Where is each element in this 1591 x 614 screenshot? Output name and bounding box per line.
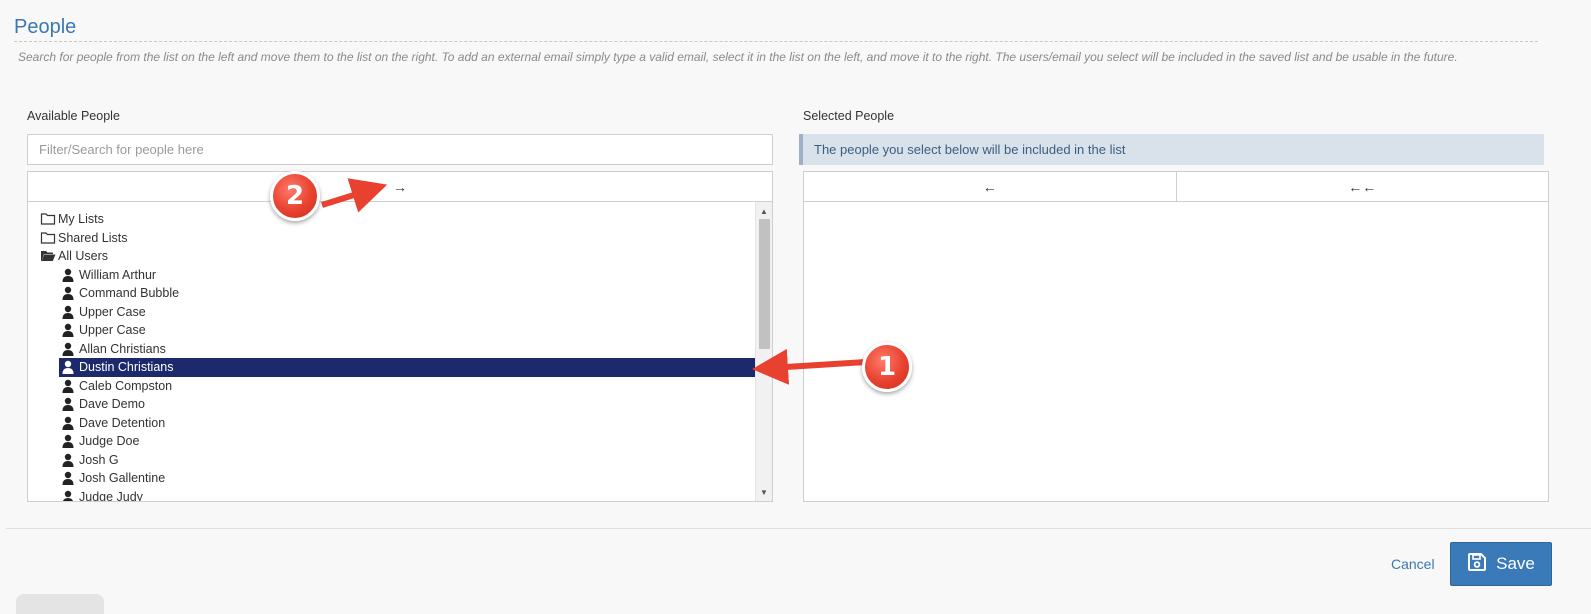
footer-divider xyxy=(6,528,1591,529)
tree-folder-label: Shared Lists xyxy=(58,230,128,245)
selected-info-bar: The people you select below will be incl… xyxy=(799,134,1544,165)
title-divider xyxy=(14,41,1538,42)
user-icon xyxy=(61,416,77,430)
tree-user[interactable]: Upper Case xyxy=(59,321,755,340)
tree-user[interactable]: Upper Case xyxy=(59,303,755,322)
tree-user-label: Upper Case xyxy=(79,304,146,319)
user-icon xyxy=(61,471,77,486)
user-icon xyxy=(61,323,77,338)
scroll-thumb[interactable] xyxy=(759,219,770,349)
user-icon xyxy=(61,286,77,301)
save-button-label: Save xyxy=(1496,554,1535,573)
tree-user-selected[interactable]: Dustin Christians xyxy=(59,358,755,377)
tree-user[interactable]: William Arthur xyxy=(59,266,755,285)
available-people-list[interactable]: My Lists Shared Lists All Users William Ar… xyxy=(27,202,773,502)
move-all-left-button[interactable]: ←← xyxy=(1175,172,1549,201)
scroll-down-arrow[interactable]: ▼ xyxy=(756,485,772,499)
tree-user-label: Allan Christians xyxy=(79,341,166,356)
tree-folder[interactable]: My Lists xyxy=(28,210,755,229)
tree-user[interactable]: Josh G xyxy=(59,451,755,470)
tree-user-label: William Arthur xyxy=(79,267,157,282)
tree-user-label: Josh Gallentine xyxy=(79,471,166,486)
cancel-button[interactable]: Cancel xyxy=(1391,556,1435,572)
tree-folder[interactable]: Shared Lists xyxy=(28,229,755,248)
tree-user-label: Josh G xyxy=(79,452,119,467)
selected-people-list[interactable] xyxy=(803,202,1549,502)
save-button[interactable]: Save xyxy=(1450,542,1552,586)
folder-icon xyxy=(40,212,56,226)
tree-folder-label: All Users xyxy=(58,249,109,264)
tree-user-label: Judge Doe xyxy=(79,434,140,449)
selected-button-bar: ← ←← xyxy=(803,171,1549,202)
tree-user-label: Dustin Christians xyxy=(79,360,174,375)
tree-folder[interactable]: All Users xyxy=(28,247,755,266)
tree-user-label: Command Bubble xyxy=(79,286,180,301)
tree-user[interactable]: Judge Doe xyxy=(59,432,755,451)
tree-user-label: Caleb Compston xyxy=(79,378,173,393)
available-people-label: Available People xyxy=(27,109,120,123)
tree-user-label: Dave Detention xyxy=(79,415,166,430)
tree-user[interactable]: Josh Gallentine xyxy=(59,469,755,488)
bottom-tab xyxy=(16,594,104,614)
tree-user[interactable]: Judge Judy xyxy=(59,488,755,502)
tree-user[interactable]: Caleb Compston xyxy=(59,377,755,396)
tree-user-label: Judge Judy xyxy=(79,489,143,502)
page-title: People xyxy=(14,16,77,38)
user-icon xyxy=(61,305,77,319)
scroll-up-arrow[interactable]: ▲ xyxy=(756,204,772,218)
selected-people-label: Selected People xyxy=(803,109,895,123)
move-left-button[interactable]: ← xyxy=(804,172,1176,201)
move-right-button[interactable]: → xyxy=(28,172,772,201)
user-icon xyxy=(61,397,77,412)
user-icon xyxy=(61,453,77,467)
tree-user[interactable]: Command Bubble xyxy=(59,284,755,303)
user-icon xyxy=(61,379,77,393)
people-tree: My Lists Shared Lists All Users William Ar… xyxy=(28,210,755,502)
folder-open-icon xyxy=(40,249,56,263)
tree-user-label: Upper Case xyxy=(79,323,146,338)
folder-icon xyxy=(40,231,56,245)
annotation-badge-1: 1 xyxy=(862,342,912,392)
available-button-bar: → xyxy=(27,171,773,202)
floppy-disk-icon xyxy=(1467,552,1487,577)
annotation-badge-2: 2 xyxy=(270,171,320,221)
tree-user[interactable]: Dave Detention xyxy=(59,414,755,433)
user-icon xyxy=(61,268,77,282)
user-icon xyxy=(61,490,77,501)
tree-user[interactable]: Dave Demo xyxy=(59,395,755,414)
user-icon xyxy=(61,342,77,356)
tree-user-label: Dave Demo xyxy=(79,397,145,412)
user-icon xyxy=(61,434,77,449)
instructions-text: Search for people from the list on the l… xyxy=(18,50,1458,64)
tree-folder-label: My Lists xyxy=(58,212,104,227)
user-icon xyxy=(61,360,77,375)
people-search-input[interactable] xyxy=(27,134,773,165)
tree-user[interactable]: Allan Christians xyxy=(59,340,755,359)
list-scrollbar[interactable]: ▲ ▼ xyxy=(755,202,772,501)
